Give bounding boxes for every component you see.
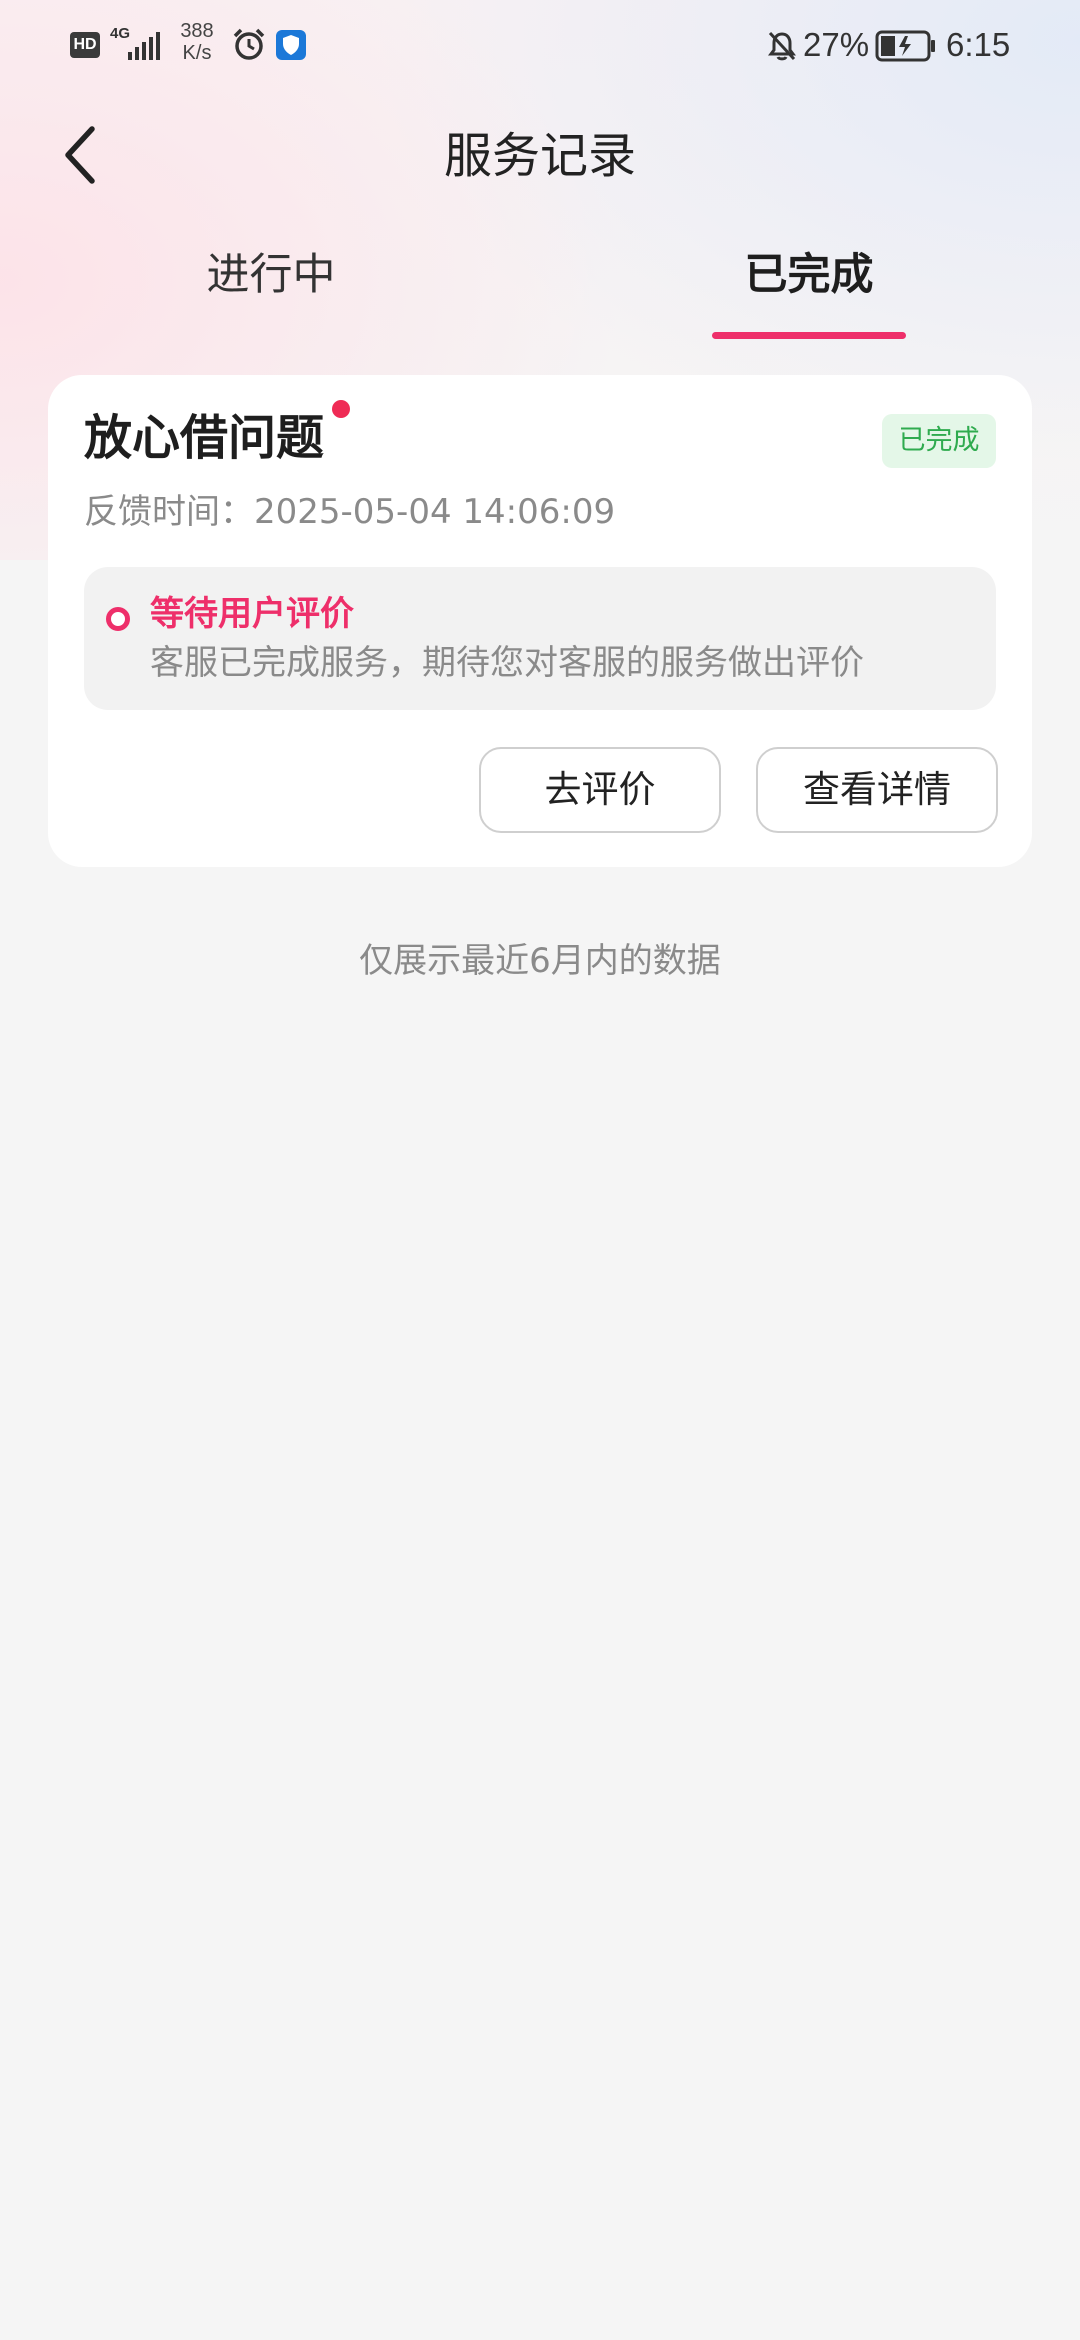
- page-title: 服务记录: [443, 128, 636, 184]
- status-badge: 已完成: [882, 414, 996, 468]
- signal-icon: [128, 32, 160, 60]
- network-speed: 388 K/s: [180, 20, 214, 64]
- feedback-time: 反馈时间：2025-05-04 14:06:09: [84, 492, 616, 532]
- hd-icon: HD: [70, 32, 100, 58]
- rate-button[interactable]: 去评价: [479, 747, 721, 833]
- record-title: 放心借问题: [84, 410, 325, 466]
- unread-dot: [332, 400, 350, 418]
- footer-note: 仅展示最近6月内的数据: [359, 941, 721, 981]
- progress-description: 客服已完成服务，期待您对客服的服务做出评价: [150, 643, 864, 683]
- bell-off-icon: [768, 31, 796, 61]
- progress-title: 等待用户评价: [150, 594, 354, 634]
- tab-ongoing[interactable]: 进行中: [121, 240, 421, 310]
- alarm-icon: [233, 28, 265, 60]
- status-bar: HD 4G 388 K/s 27% 6:15: [0, 0, 1080, 92]
- active-tab-indicator: [712, 332, 906, 339]
- tab-completed[interactable]: 已完成: [659, 240, 959, 310]
- battery-charging-icon: [875, 30, 935, 62]
- progress-dot-icon: [106, 607, 130, 631]
- service-record-card[interactable]: 放心借问题 已完成 反馈时间：2025-05-04 14:06:09 等待用户评…: [48, 375, 1032, 867]
- network-type: 4G: [110, 25, 131, 42]
- battery-percent: 27%: [803, 26, 870, 63]
- progress-panel: 等待用户评价 客服已完成服务，期待您对客服的服务做出评价: [84, 567, 996, 710]
- clock-time: 6:15: [946, 26, 1011, 63]
- shield-icon: [276, 30, 306, 60]
- view-details-button[interactable]: 查看详情: [756, 747, 998, 833]
